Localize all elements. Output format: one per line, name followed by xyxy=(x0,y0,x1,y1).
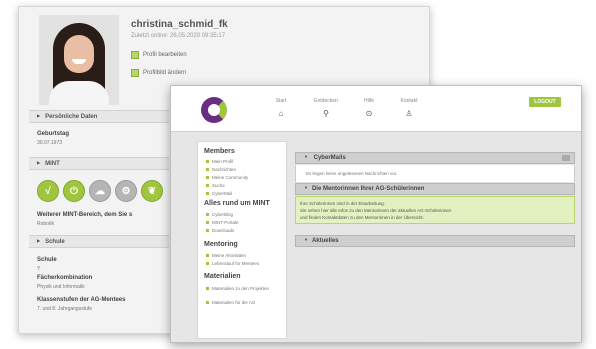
photo-face xyxy=(64,35,94,73)
profile-photo xyxy=(39,15,119,105)
nav-discover-label: Entdecken xyxy=(314,98,338,104)
nav-help[interactable]: Hilfe ⊙ xyxy=(349,98,389,118)
panel-mentors-body: Ihre Schülerinnen sind in der Einarbeitu… xyxy=(295,196,575,224)
portal-window: Start ⌂ Entdecken ⚲ Hilfe ⊙ Kontakt ♙ LO… xyxy=(170,85,582,343)
formula-icon: √ xyxy=(37,180,59,202)
panel-mentors[interactable]: Die Mentorinnen Ihrer AG-Schülerinnen xyxy=(295,183,575,195)
section-mint[interactable]: MINT xyxy=(29,157,169,170)
nav-start-label: Start xyxy=(275,98,287,104)
nav-start[interactable]: Start ⌂ xyxy=(261,98,301,118)
sidebar-item[interactable]: CyberBlog xyxy=(206,212,233,217)
last-online: Zuletzt online: 26.05.2020 09:35:17 xyxy=(131,33,226,39)
mentors-line: Sie sehen hier alle Infos zu den Mentori… xyxy=(300,208,452,213)
sidebar-head-mint: Alles rund um MINT xyxy=(204,200,270,207)
sidebar-item[interactable]: Meine Aktivitäten xyxy=(206,253,246,258)
school-label: Schule xyxy=(37,257,57,263)
sidebar: Members Mein Profil Nachrichten Meine Co… xyxy=(197,141,287,339)
sidebar-item[interactable]: Meine Community xyxy=(206,175,248,180)
nav-contact-label: Kontakt xyxy=(400,98,418,104)
plug-icon: ⏻ xyxy=(63,180,85,202)
section-school[interactable]: Schule xyxy=(29,235,169,248)
top-bar: Start ⌂ Entdecken ⚲ Hilfe ⊙ Kontakt ♙ LO… xyxy=(171,86,581,132)
mentors-line: Ihre Schülerinnen sind in der Einarbeitu… xyxy=(300,201,386,206)
logout-button[interactable]: LOGOUT xyxy=(529,97,561,107)
birthday-label: Geburtstag xyxy=(37,131,70,137)
photo-shirt xyxy=(49,81,109,105)
sidebar-head-members: Members xyxy=(204,148,235,155)
change-picture-label: Profilbild ändern xyxy=(143,70,187,76)
sidebar-item[interactable]: Nachrichten xyxy=(206,167,236,172)
edit-profile-label: Profil bearbeiten xyxy=(143,52,187,58)
subjects-value: Physik und Informatik xyxy=(37,284,85,290)
sidebar-head-materials: Materialien xyxy=(204,273,241,280)
home-icon: ⌂ xyxy=(278,109,284,118)
nav-help-label: Hilfe xyxy=(363,98,374,104)
sidebar-head-mentoring: Mentoring xyxy=(204,241,238,248)
user-icon: ♙ xyxy=(405,109,413,118)
leaf-icon: ❦ xyxy=(141,180,163,202)
mentors-line: und finden Kontaktdaten zu den Mentorinn… xyxy=(300,215,424,220)
sidebar-item[interactable]: Suche xyxy=(206,183,225,188)
profile-username: christina_schmid_fk xyxy=(131,19,228,30)
cybermentor-logo[interactable] xyxy=(201,97,227,123)
school-value: Y xyxy=(37,266,41,272)
panel-news[interactable]: Aktuelles xyxy=(295,235,575,247)
edit-icon xyxy=(131,51,139,59)
sidebar-item[interactable]: Downloads xyxy=(206,228,234,233)
panel-cybermails-title: CyberMails xyxy=(313,155,346,161)
panel-cybermails-body: Es liegen keine ungelesenen Nachrichten … xyxy=(295,165,575,182)
cloud-icon: ☁ xyxy=(89,180,111,202)
mint-more-value: Robotik xyxy=(37,221,54,227)
change-picture-link[interactable]: Profilbild ändern xyxy=(131,69,186,77)
nav-discover[interactable]: Entdecken ⚲ xyxy=(306,98,346,118)
sidebar-item[interactable]: Materialien für die AG xyxy=(206,300,255,305)
gear-icon: ⚙ xyxy=(115,180,137,202)
grades-value: 7. und 8. Jahrgangsstufe xyxy=(37,306,93,312)
grades-label: Klassenstufen der AG-Mentees xyxy=(37,297,126,303)
mint-icon-row: √ ⏻ ☁ ⚙ ❦ xyxy=(37,180,163,202)
search-icon: ⚲ xyxy=(323,109,329,118)
image-icon xyxy=(131,69,139,77)
sidebar-item[interactable]: Mein Profil xyxy=(206,159,233,164)
section-personal[interactable]: Persönliche Daten xyxy=(29,110,169,123)
sidebar-item[interactable]: Lebenslauf für Mentees xyxy=(206,261,259,266)
subjects-label: Fächerkombination xyxy=(37,275,93,281)
sidebar-item[interactable]: CyberMail xyxy=(206,191,232,196)
nav-contact[interactable]: Kontakt ♙ xyxy=(389,98,429,118)
collapse-icon[interactable] xyxy=(562,155,570,161)
mint-more-label: Weiterer MINT-Bereich, dem Sie s xyxy=(37,212,133,218)
panel-cybermails[interactable]: CyberMails xyxy=(295,152,575,164)
birthday-value: 30.07.1973 xyxy=(37,140,63,146)
help-icon: ⊙ xyxy=(365,109,373,118)
sidebar-item[interactable]: MINT-Portale xyxy=(206,220,239,225)
sidebar-item[interactable]: Materialien zu den Projekten xyxy=(206,286,269,291)
edit-profile-link[interactable]: Profil bearbeiten xyxy=(131,51,187,59)
